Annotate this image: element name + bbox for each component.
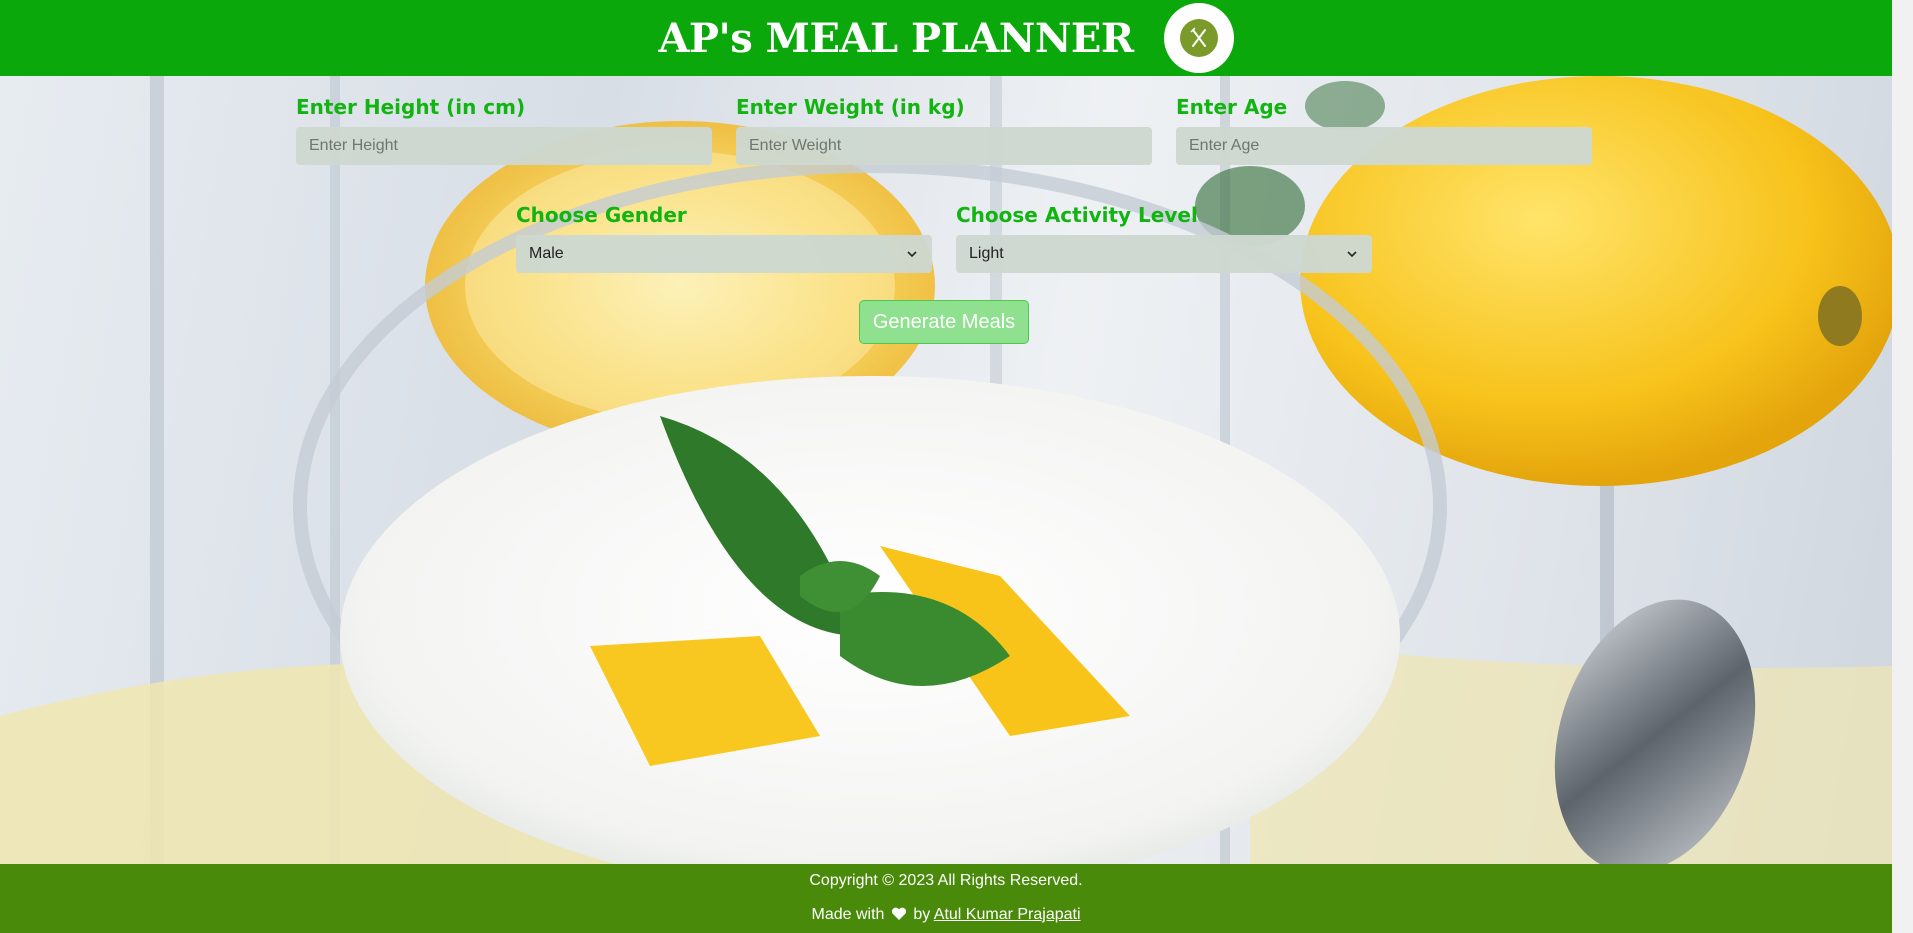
made-with-line: Made with by Atul Kumar Prajapati [0, 906, 1892, 924]
weight-field-group: Enter Weight (in kg) [736, 95, 1152, 165]
height-field-group: Enter Height (in cm) [296, 95, 712, 165]
site-footer: Copyright © 2023 All Rights Reserved. Ma… [0, 864, 1892, 933]
activity-select[interactable]: Light [956, 235, 1372, 273]
height-input[interactable] [296, 127, 712, 165]
generate-meals-button[interactable]: Generate Meals [859, 300, 1029, 344]
weight-input[interactable] [736, 127, 1152, 165]
page-scrollbar[interactable] [1892, 0, 1913, 933]
gender-select[interactable]: Male [516, 235, 932, 273]
fork-knife-icon [1179, 19, 1218, 57]
chevron-down-icon [907, 251, 917, 258]
age-field-group: Enter Age [1176, 95, 1592, 165]
age-input[interactable] [1176, 127, 1592, 165]
activity-label: Choose Activity Level [956, 203, 1198, 227]
chevron-down-icon [1347, 251, 1357, 258]
heart-icon [891, 907, 906, 920]
gender-field-group: Choose Gender Male [516, 203, 932, 273]
logo[interactable] [1163, 3, 1234, 73]
author-link[interactable]: Atul Kumar Prajapati [934, 906, 1081, 923]
age-label: Enter Age [1176, 95, 1288, 119]
height-label: Enter Height (in cm) [296, 95, 526, 119]
activity-selected-value: Light [969, 245, 1004, 262]
site-title: AP's MEAL PLANNER [658, 14, 1134, 62]
by-text: by [913, 906, 931, 923]
site-header: AP's MEAL PLANNER [0, 0, 1892, 76]
weight-label: Enter Weight (in kg) [736, 95, 965, 119]
copyright-text: Copyright © 2023 All Rights Reserved. [809, 872, 1083, 889]
activity-field-group: Choose Activity Level Light [956, 203, 1372, 273]
background-photo [0, 76, 1892, 864]
meal-planner-page: AP's MEAL PLANNER Enter Height (in cm) E… [0, 0, 1892, 933]
gender-selected-value: Male [529, 245, 564, 262]
made-with-text: Made with [811, 906, 885, 923]
gender-label: Choose Gender [516, 203, 687, 227]
